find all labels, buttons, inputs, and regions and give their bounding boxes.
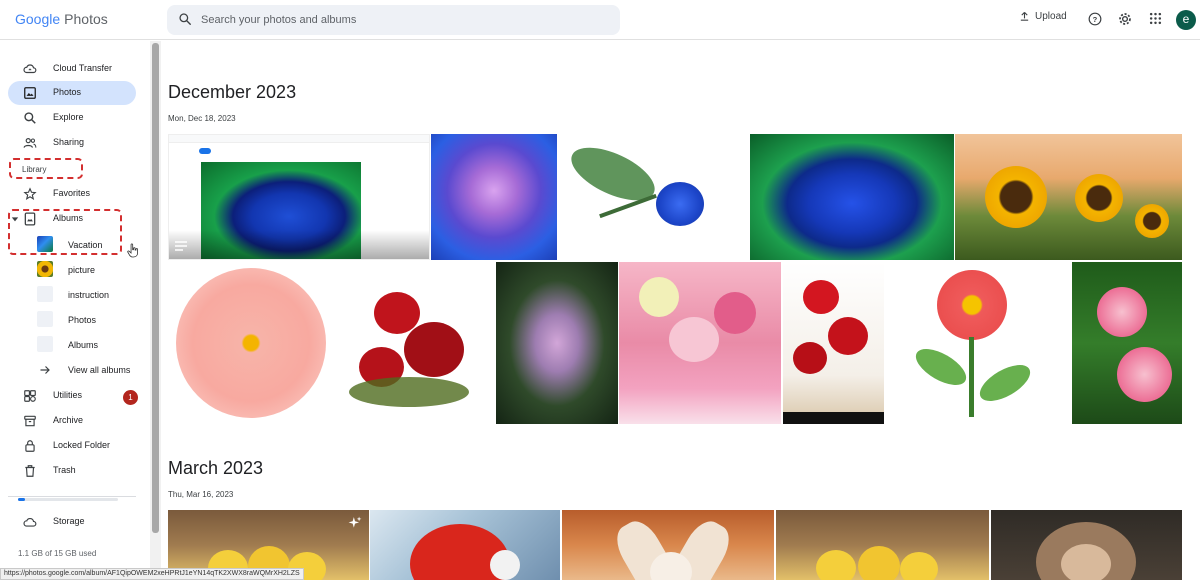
photo-icon (24, 87, 36, 99)
sidebar-item-label: Favorites (53, 188, 91, 198)
upload-icon (1020, 11, 1029, 21)
svg-text:?: ? (1093, 15, 1098, 24)
view-all-albums-link[interactable]: View all albums (30, 359, 140, 381)
help-icon[interactable]: ? (1088, 12, 1102, 26)
album-item-albums[interactable]: Albums (30, 334, 140, 356)
album-item-label: instruction (68, 290, 110, 300)
utilities-icon (24, 390, 36, 402)
photo-pink-lilies[interactable] (496, 262, 618, 424)
photo-pink-flower-drawing[interactable] (168, 262, 333, 424)
search-input[interactable] (201, 5, 601, 35)
menu-lines-icon (175, 241, 187, 251)
utilities-count-badge: 1 (123, 390, 138, 405)
hand-cursor-icon (127, 243, 138, 258)
sidebar-item-trash[interactable]: Trash (8, 459, 136, 483)
sidebar-item-label: Storage (53, 516, 85, 526)
sidebar-item-label: Trash (53, 465, 76, 475)
photo-red-roses-vase[interactable] (783, 262, 884, 424)
view-all-albums-label: View all albums (68, 365, 131, 375)
date-heading: Thu, Mar 16, 2023 (168, 490, 234, 499)
library-highlight-box (9, 158, 83, 179)
photo-flower-box[interactable] (619, 262, 781, 424)
sidebar-item-photos[interactable]: Photos (8, 81, 136, 105)
album-item-label: picture (68, 265, 96, 275)
album-thumbnail (37, 311, 53, 327)
sidebar-item-favorites[interactable]: Favorites (8, 182, 136, 206)
cloud-sync-icon (23, 64, 37, 74)
album-thumbnail (37, 336, 53, 352)
cloud-icon (23, 518, 37, 527)
album-thumbnail (37, 286, 53, 302)
sidebar-item-label: Explore (53, 112, 84, 122)
sidebar-item-label: Sharing (53, 137, 85, 147)
sidebar-item-sharing[interactable]: Sharing (8, 131, 136, 155)
photo-monkey[interactable] (991, 510, 1182, 580)
trash-icon (25, 465, 35, 477)
photo-ducklings-2[interactable] (776, 510, 989, 580)
upload-label: Upload (1035, 11, 1067, 22)
storage-progress-fill (18, 498, 26, 501)
sidebar-divider (8, 496, 136, 497)
star-icon (23, 187, 37, 201)
sparkle-icon (348, 516, 362, 528)
people-icon (23, 138, 37, 148)
sidebar-item-locked-folder[interactable]: Locked Folder (8, 434, 136, 458)
photo-blue-rose-white[interactable] (558, 134, 749, 260)
sidebar-item-cloud-transfer[interactable]: Cloud Transfer (8, 57, 136, 81)
sidebar-item-label: Archive (53, 415, 84, 425)
photo-red-roses-bouquet[interactable] (334, 262, 495, 424)
photo-pink-stargazer[interactable] (1072, 262, 1182, 424)
sidebar-item-explore[interactable]: Explore (8, 106, 136, 130)
album-thumbnail (37, 261, 53, 277)
apps-grid-icon[interactable] (1149, 12, 1162, 25)
month-heading: December 2023 (168, 82, 297, 102)
photo-grid: December 2023 Mon, Dec 18, 2023 March 20… (162, 41, 1200, 580)
photo-blue-rose-green[interactable] (750, 134, 954, 260)
photo-parrot[interactable] (370, 510, 560, 580)
photo-red-flower-drawing[interactable] (885, 262, 1071, 424)
sidebar-scrollbar-thumb[interactable] (152, 43, 159, 533)
sidebar: Cloud Transfer Photos Explore Sharing Li… (0, 41, 150, 571)
sidebar-item-label: Photos (53, 87, 82, 97)
storage-used-text: 1.1 GB of 15 GB used (18, 549, 97, 558)
archive-icon (24, 415, 36, 427)
logo-photos-text: Photos (64, 11, 108, 27)
photo-sunflowers[interactable] (955, 134, 1182, 260)
album-item-label: Photos (68, 315, 97, 325)
month-heading: March 2023 (168, 458, 264, 478)
photo-screenshot-blue-rose[interactable] (168, 134, 430, 260)
settings-gear-icon[interactable] (1118, 12, 1132, 26)
arrow-right-icon (40, 366, 50, 374)
album-item-instruction[interactable]: instruction (30, 284, 140, 306)
account-avatar[interactable]: e (1176, 10, 1196, 30)
sidebar-item-storage[interactable]: Storage (8, 510, 136, 534)
date-heading: Mon, Dec 18, 2023 (168, 114, 236, 123)
albums-highlight-box (8, 209, 122, 255)
top-bar: GooglePhotos Upload ? e (0, 0, 1200, 40)
search-icon (179, 13, 191, 25)
search-icon (24, 112, 36, 124)
sidebar-item-label: Utilities (53, 390, 83, 400)
lock-icon (25, 440, 35, 452)
sidebar-item-utilities[interactable]: Utilities (8, 384, 136, 408)
album-item-photos[interactable]: Photos (30, 309, 140, 331)
sidebar-item-label: Locked Folder (53, 440, 111, 450)
upload-button[interactable]: Upload (1019, 11, 1067, 22)
sidebar-item-label: Cloud Transfer (53, 63, 113, 73)
photo-fennec-fox[interactable] (562, 510, 774, 580)
album-item-label: Albums (68, 340, 99, 350)
sidebar-item-archive[interactable]: Archive (8, 409, 136, 433)
search-bar[interactable] (167, 5, 620, 35)
album-item-picture[interactable]: picture (30, 259, 140, 281)
status-bar-url: https://photos.google.com/album/AF1QipOW… (0, 568, 304, 580)
logo-google-text: Google (15, 11, 61, 27)
photo-purple-rose[interactable] (431, 134, 557, 260)
google-photos-logo[interactable]: Google Photos (15, 11, 108, 27)
storage-progress-bar (18, 498, 118, 501)
